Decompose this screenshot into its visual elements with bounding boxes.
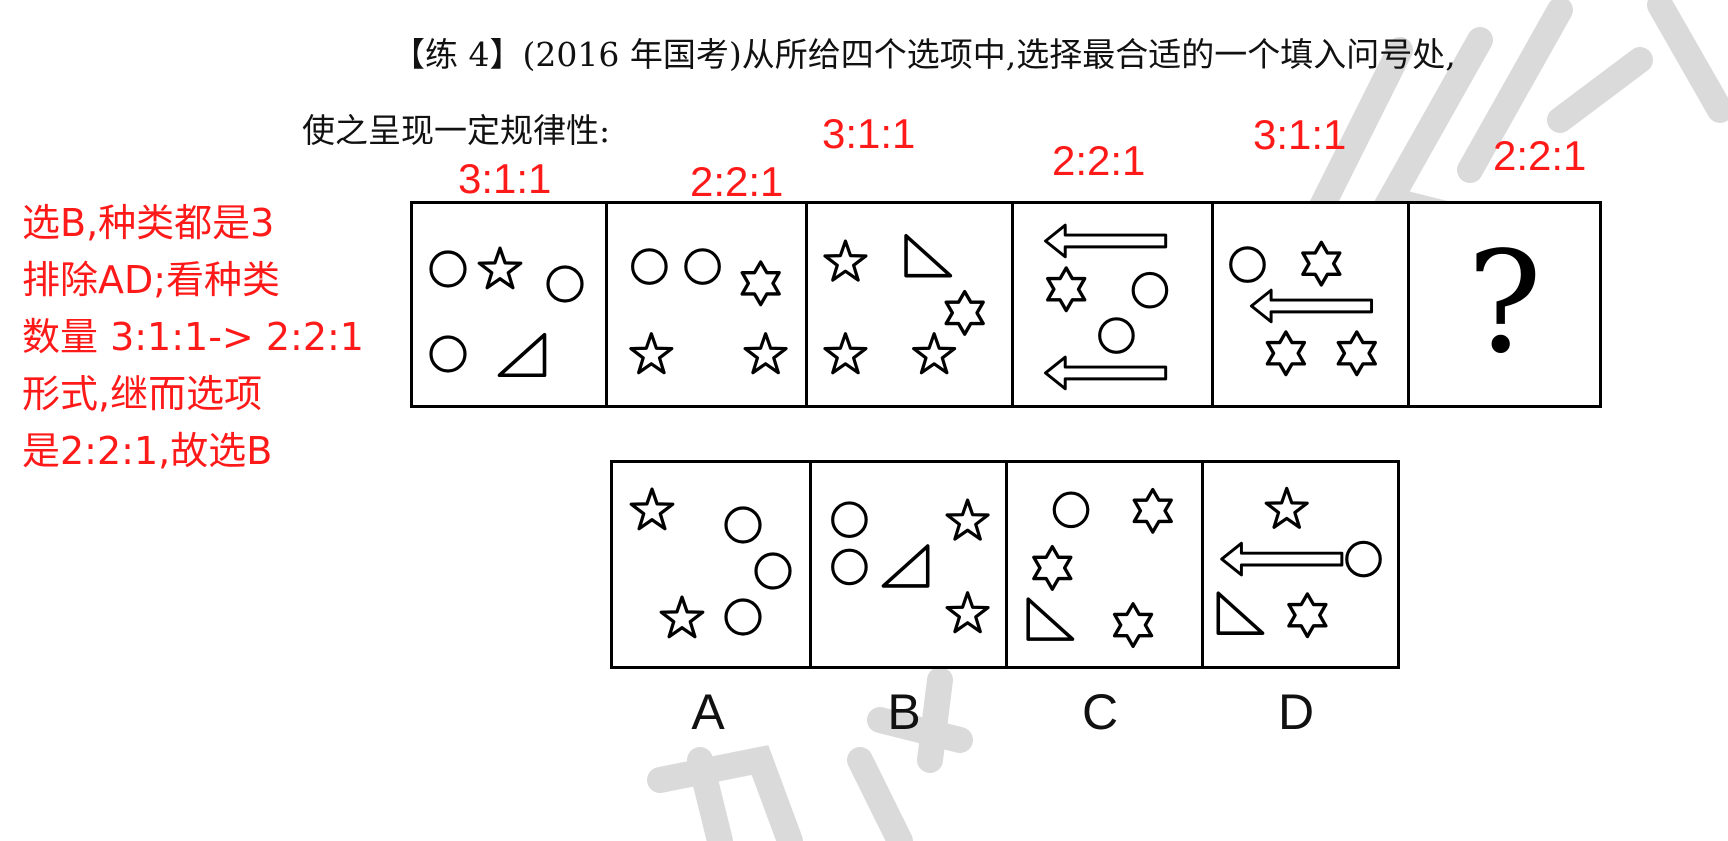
- hexagram-icon: [1301, 240, 1342, 287]
- triangle-icon: [1216, 591, 1265, 635]
- circle-icon: [429, 250, 467, 288]
- arrow-left-icon: [1044, 223, 1168, 259]
- hexagram-icon: [1132, 487, 1173, 534]
- figure-3: [805, 204, 1011, 405]
- circle-icon: [831, 501, 868, 539]
- ratio-1: 3:1:1: [458, 155, 552, 202]
- circle-icon: [684, 248, 721, 285]
- note-line: 形式,继而选项: [22, 372, 263, 416]
- hexagram-icon: [740, 260, 781, 307]
- question-strip: ?: [410, 201, 1602, 408]
- option-d-figure[interactable]: [1201, 463, 1397, 666]
- note-line: 排除AD;看种类: [22, 258, 281, 302]
- figure-2: [605, 204, 805, 405]
- circle-icon: [1131, 271, 1169, 309]
- hexagram-icon: [1336, 330, 1377, 377]
- hexagram-icon: [944, 289, 985, 336]
- options-strip: [610, 460, 1400, 669]
- hexagram-icon: [1032, 545, 1073, 591]
- ratio-6: 2:2:1: [1493, 132, 1587, 179]
- option-d-label[interactable]: D: [1276, 683, 1316, 741]
- circle-icon: [631, 248, 668, 285]
- option-c-label[interactable]: C: [1080, 683, 1120, 741]
- hexagram-icon: [1046, 266, 1087, 313]
- circle-icon: [429, 335, 467, 373]
- star-icon: [945, 498, 990, 541]
- circle-icon: [831, 548, 868, 586]
- arrow-left-icon: [1220, 541, 1344, 577]
- star-icon: [629, 487, 675, 531]
- circle-icon: [1229, 246, 1266, 283]
- ratio-2: 2:2:1: [690, 158, 784, 205]
- option-b-label[interactable]: B: [884, 683, 924, 741]
- option-a-label[interactable]: A: [688, 683, 728, 741]
- hexagram-icon: [1112, 602, 1154, 648]
- circle-icon: [1345, 540, 1382, 578]
- circle-icon: [724, 598, 762, 636]
- ratio-3: 3:1:1: [822, 110, 916, 157]
- question-line-1: 【练 4】(2016 年国考)从所给四个选项中,选择最合适的一个填入问号处,: [392, 35, 1456, 74]
- figure-5: [1211, 204, 1407, 405]
- star-icon: [945, 591, 990, 634]
- hexagram-icon: [1265, 330, 1307, 377]
- triangle-icon: [497, 332, 547, 378]
- star-icon: [629, 332, 674, 375]
- option-a-figure[interactable]: [613, 463, 809, 666]
- arrow-left-icon: [1249, 288, 1374, 324]
- option-c-figure[interactable]: [1005, 463, 1201, 666]
- star-icon: [743, 332, 788, 375]
- note-line: 数量 3:1:1-> 2:2:1: [22, 315, 364, 359]
- figure-4: [1011, 204, 1211, 405]
- note-line: 选B,种类都是3: [22, 201, 275, 245]
- circle-icon: [1052, 491, 1090, 529]
- triangle-icon: [881, 544, 930, 588]
- hexagram-icon: [1287, 592, 1328, 639]
- arrow-left-icon: [1044, 355, 1168, 391]
- circle-icon: [724, 506, 762, 544]
- triangle-icon: [904, 233, 953, 278]
- circle-icon: [546, 265, 584, 303]
- solution-note: 选B,种类都是3 排除AD;看种类 数量 3:1:1-> 2:2:1 形式,继而…: [22, 195, 364, 480]
- figure-1: [413, 204, 605, 405]
- note-line: 是2:2:1,故选B: [22, 429, 273, 473]
- ratio-5: 3:1:1: [1253, 111, 1347, 158]
- question-mark: ?: [1466, 222, 1543, 385]
- star-icon: [912, 332, 957, 375]
- ratio-4: 2:2:1: [1052, 137, 1146, 184]
- circle-icon: [1098, 317, 1135, 354]
- star-icon: [823, 332, 868, 375]
- star-icon: [477, 246, 523, 290]
- star-icon: [659, 595, 705, 639]
- option-b-figure[interactable]: [809, 463, 1005, 666]
- circle-icon: [754, 552, 792, 590]
- triangle-icon: [1026, 597, 1075, 641]
- question-line-2: 使之呈现一定规律性:: [302, 111, 611, 150]
- figure-6-question: ?: [1407, 204, 1599, 405]
- star-icon: [1264, 486, 1309, 529]
- star-icon: [823, 239, 868, 282]
